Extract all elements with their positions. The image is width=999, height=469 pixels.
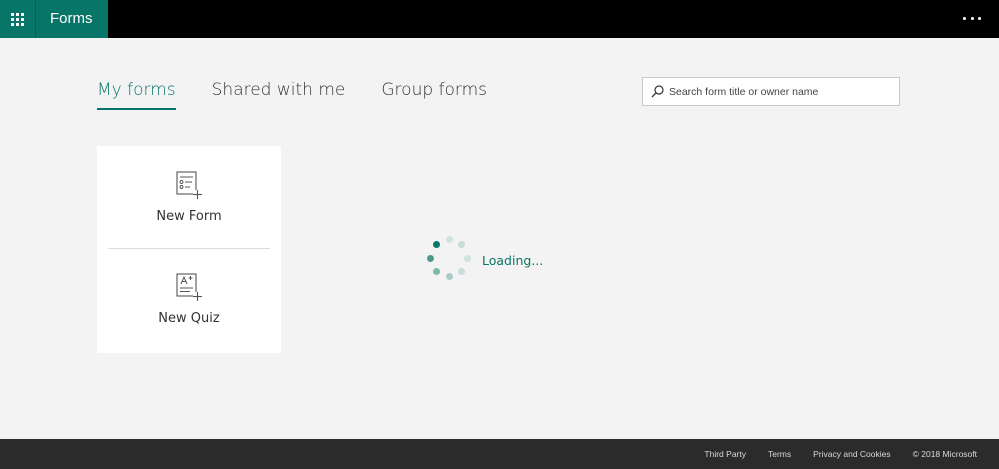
ellipsis-icon[interactable] <box>963 12 981 24</box>
app-title[interactable]: Forms <box>35 0 108 38</box>
new-quiz-label: New Quiz <box>158 311 220 326</box>
loading-text: Loading... <box>482 253 544 268</box>
new-form-button[interactable]: New Form <box>97 146 281 246</box>
waffle-icon <box>11 12 24 26</box>
new-form-icon <box>176 171 202 199</box>
spinner-icon <box>424 236 472 282</box>
card-divider <box>108 248 270 249</box>
footer-link-privacy[interactable]: Privacy and Cookies <box>813 449 890 459</box>
new-quiz-icon <box>176 273 202 301</box>
footer: Third Party Terms Privacy and Cookies © … <box>0 439 999 469</box>
tab-shared-with-me[interactable]: Shared with me <box>212 80 346 110</box>
create-card: New Form New Quiz <box>97 146 281 353</box>
footer-links: Third Party Terms Privacy and Cookies © … <box>682 439 977 469</box>
search-input[interactable] <box>669 85 889 98</box>
search-box[interactable] <box>642 77 900 106</box>
footer-link-third-party[interactable]: Third Party <box>704 449 746 459</box>
forms-tabs: My forms Shared with me Group forms <box>97 80 523 110</box>
tab-group-forms[interactable]: Group forms <box>381 80 487 110</box>
app-launcher-button[interactable] <box>0 0 35 38</box>
loading-indicator: Loading... <box>424 236 544 282</box>
footer-link-terms[interactable]: Terms <box>768 449 791 459</box>
tab-my-forms[interactable]: My forms <box>97 80 176 110</box>
new-quiz-button[interactable]: New Quiz <box>97 250 281 350</box>
search-icon <box>651 85 664 98</box>
top-bar: Forms <box>0 0 999 38</box>
copyright: © 2018 Microsoft <box>912 449 977 459</box>
new-form-label: New Form <box>156 209 222 224</box>
